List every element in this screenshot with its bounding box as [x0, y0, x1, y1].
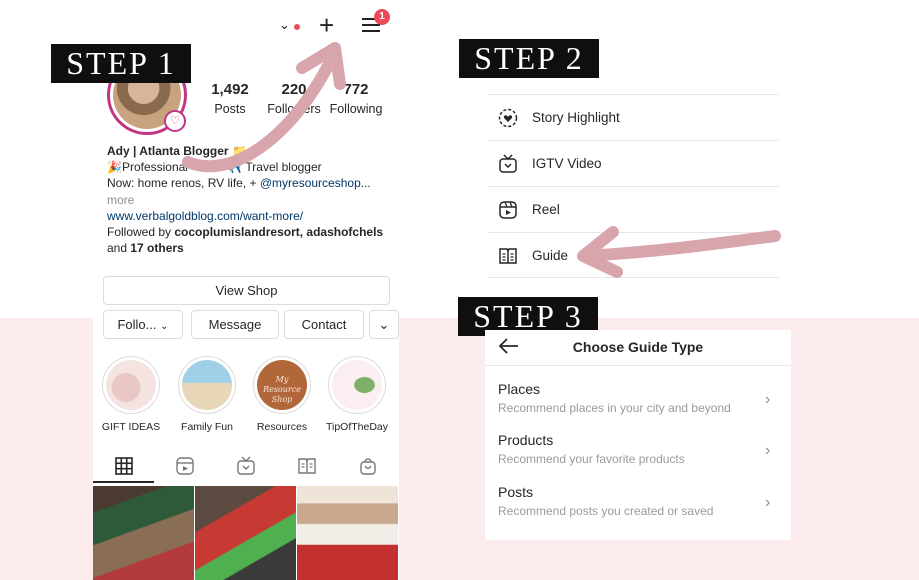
activity-dot: [294, 24, 300, 30]
highlight-circle: [178, 356, 236, 414]
post-thumbnail[interactable]: [297, 486, 398, 580]
bio-more-link[interactable]: more: [107, 192, 392, 208]
grid-icon: [114, 457, 133, 475]
post-thumbnail[interactable]: [195, 486, 296, 580]
guide-option-title: Posts: [498, 484, 534, 500]
bio-website-link[interactable]: www.verbalgoldblog.com/want-more/: [107, 208, 392, 224]
guide-option-places[interactable]: Places Recommend places in your city and…: [485, 381, 791, 431]
menu-item-label: Guide: [532, 248, 569, 263]
profile-top-bar: ⌄ + 1: [93, 9, 399, 40]
chevron-right-icon: ›: [765, 391, 771, 408]
menu-item-label: Reel: [532, 202, 560, 217]
follow-button[interactable]: Follo... ⌄: [103, 310, 183, 339]
highlight-circle: My Resource Shop: [253, 356, 311, 414]
highlight-label: GIFT IDEAS: [101, 421, 161, 433]
message-button[interactable]: Message: [191, 310, 279, 339]
menu-item-hidden: [488, 48, 779, 94]
reel-icon: [499, 201, 517, 219]
highlight-cover: [106, 360, 156, 410]
tab-guides[interactable]: [276, 449, 337, 483]
post-grid: [93, 486, 399, 580]
highlight-circle: [102, 356, 160, 414]
highlight-resources[interactable]: My Resource Shop Resources: [244, 356, 320, 433]
highlight-cover: [332, 360, 382, 410]
guide-option-subtitle: Recommend posts you created or saved: [498, 504, 714, 518]
highlight-cover: My Resource Shop: [257, 360, 307, 410]
menu-item-label: Story Highlight: [532, 110, 620, 125]
post-thumbnail[interactable]: [93, 486, 194, 580]
highlight-gift-ideas[interactable]: GIFT IDEAS: [93, 356, 169, 433]
guide-option-posts[interactable]: Posts Recommend posts you created or sav…: [485, 484, 791, 534]
menu-item-igtv-video[interactable]: IGTV Video: [488, 140, 779, 186]
reels-tab-icon: [175, 457, 194, 475]
pointer-arrow-step1: [182, 42, 346, 173]
followed-and-text: and: [107, 241, 128, 256]
followed-by-others[interactable]: 17 others: [130, 241, 183, 255]
highlight-tip-of-the-day[interactable]: TipOfTheDay: [319, 356, 395, 433]
shopping-bag-icon: [359, 458, 376, 475]
menu-item-story-highlight[interactable]: Story Highlight: [488, 94, 779, 140]
create-plus-icon[interactable]: +: [319, 12, 334, 38]
guide-option-title: Products: [498, 432, 554, 448]
view-shop-button[interactable]: View Shop: [103, 276, 390, 305]
tab-grid[interactable]: [93, 449, 154, 483]
highlight-circle: [328, 356, 386, 414]
guide-panel-title: Choose Guide Type: [572, 339, 704, 355]
guide-option-products[interactable]: Products Recommend your favorite product…: [485, 432, 791, 482]
followed-by-users[interactable]: cocoplumislandresort, adashofchels: [174, 225, 383, 239]
igtv-icon: [499, 154, 517, 173]
pointer-arrow-step2: [577, 226, 781, 278]
contact-button[interactable]: Contact: [284, 310, 364, 339]
chevron-right-icon: ›: [765, 494, 771, 511]
highlight-label: Resources: [256, 421, 308, 433]
highlight-label: TipOfTheDay: [325, 421, 389, 433]
highlight-family-fun[interactable]: Family Fun: [169, 356, 245, 433]
story-highlights: GIFT IDEAS Family Fun My Resource Shop R…: [93, 356, 399, 436]
guide-icon: [499, 248, 517, 264]
guide-option-subtitle: Recommend places in your city and beyond: [498, 401, 731, 415]
guide-option-subtitle: Recommend your favorite products: [498, 452, 685, 466]
chevron-right-icon: ›: [765, 442, 771, 459]
guide-option-title: Places: [498, 381, 541, 397]
follow-label: Follo...: [117, 317, 157, 332]
step-1-label: STEP 1: [51, 44, 191, 83]
story-highlight-icon: [498, 108, 518, 128]
tab-igtv[interactable]: [215, 449, 276, 483]
guide-panel-header: Choose Guide Type: [485, 330, 791, 366]
notification-badge: 1: [374, 9, 390, 25]
guides-tab-icon: [297, 458, 316, 474]
profile-tabs: [93, 449, 399, 483]
tab-shop[interactable]: [337, 449, 398, 483]
tab-reels[interactable]: [154, 449, 215, 483]
highlight-cover: [182, 360, 232, 410]
igtv-tab-icon: [236, 456, 255, 475]
highlight-label: Family Fun: [181, 421, 233, 433]
account-switch-chevron-icon[interactable]: ⌄: [279, 17, 290, 33]
profile-action-buttons: Follo... ⌄ Message Contact ⌄: [103, 310, 399, 339]
suggested-chevron-icon[interactable]: ⌄: [369, 310, 399, 339]
choose-guide-type-panel: Choose Guide Type Places Recommend place…: [485, 330, 791, 540]
followed-by-text: Followed by: [107, 225, 172, 240]
menu-item-label: IGTV Video: [532, 156, 602, 171]
chevron-down-icon: ⌄: [160, 321, 169, 332]
